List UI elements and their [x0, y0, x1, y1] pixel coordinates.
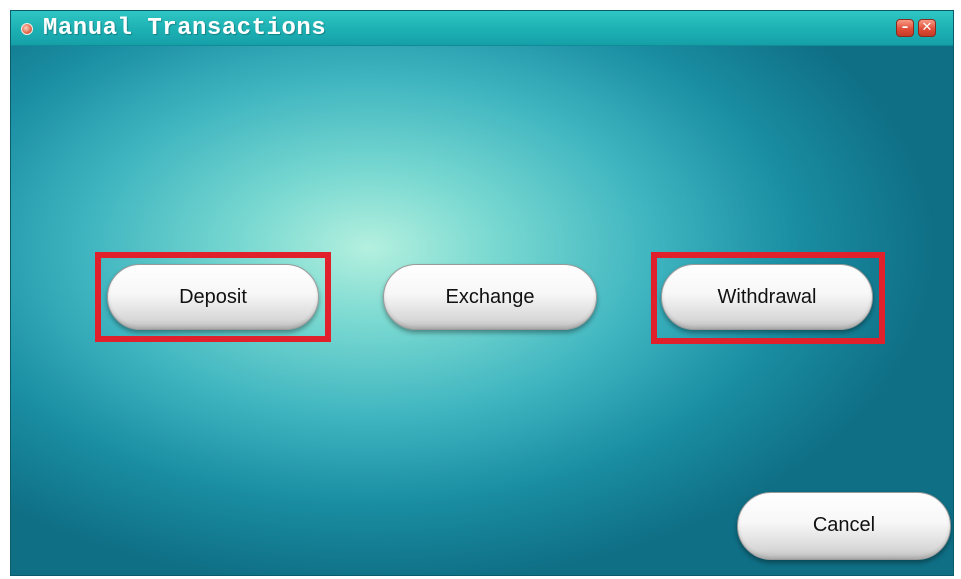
cancel-button[interactable]: Cancel	[737, 492, 951, 560]
app-dot-icon	[21, 23, 33, 35]
minimize-icon: –	[901, 20, 909, 35]
deposit-button[interactable]: Deposit	[107, 264, 319, 330]
close-icon: ✕	[921, 20, 933, 35]
manual-transactions-window: Manual Transactions – ✕ Deposit Exchange…	[10, 10, 954, 576]
close-button[interactable]: ✕	[918, 19, 936, 37]
title-bar: Manual Transactions – ✕	[11, 11, 953, 46]
window-title: Manual Transactions	[43, 15, 327, 42]
minimize-button[interactable]: –	[896, 19, 914, 37]
exchange-button[interactable]: Exchange	[383, 264, 597, 330]
withdrawal-button[interactable]: Withdrawal	[661, 264, 873, 330]
